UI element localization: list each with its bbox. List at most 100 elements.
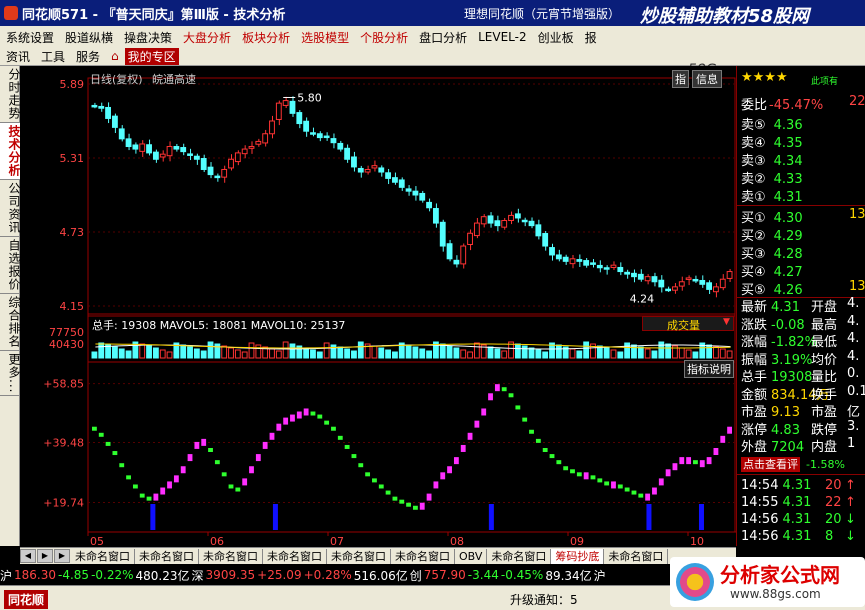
menu2-item-1[interactable]: 工具 — [41, 48, 65, 65]
sell-level-row[interactable]: 卖② 4.33 — [741, 168, 865, 187]
menu2-item-0[interactable]: 资讯 — [6, 48, 30, 65]
window-tab[interactable]: OBV — [455, 548, 488, 564]
volume-bar — [521, 345, 528, 359]
buy-level-row[interactable]: 买③ 4.28 — [741, 243, 865, 262]
volume-bar — [392, 351, 398, 359]
candle-body — [269, 120, 275, 135]
candle-body — [275, 102, 282, 120]
info-button[interactable]: 信息 — [692, 70, 722, 88]
tick-price: 4.31 — [782, 512, 812, 527]
chevron-down-icon[interactable]: ▼ — [723, 317, 730, 327]
candle-body — [590, 262, 596, 265]
sell-level-row[interactable]: 卖⑤ 4.36 — [741, 114, 865, 133]
window-tab[interactable]: 未命名窗口 — [135, 548, 199, 564]
indicator-point — [160, 487, 166, 495]
candle-body — [282, 100, 289, 106]
chart-svg[interactable]: 5.895.314.734.155.804.247775040430+58.85… — [20, 66, 736, 546]
candle-body — [706, 282, 713, 290]
tab-scroll-left-icon[interactable]: ◀ — [20, 549, 36, 563]
brand-name: 分析家公式网 — [720, 563, 840, 587]
menu-item-7[interactable]: 盘口分析 — [419, 29, 467, 46]
candle-body — [487, 215, 494, 224]
sell-level-row[interactable]: 卖① 4.31 — [741, 186, 865, 205]
candle-body — [200, 158, 207, 170]
home-icon: ⌂ — [111, 49, 119, 63]
sell-level-row[interactable]: 卖③ 4.34 — [741, 150, 865, 169]
menu-item-0[interactable]: 系统设置 — [6, 29, 54, 46]
volume-bar — [446, 345, 453, 359]
window-tab[interactable]: 未命名窗口 — [604, 548, 669, 564]
menu2-item-2[interactable]: 服务 — [76, 48, 100, 65]
window-tab[interactable]: 未命名窗口 — [327, 548, 391, 564]
window-tab[interactable]: 筹码抄底 — [551, 548, 605, 564]
indicator-icon[interactable]: 指 — [672, 70, 689, 88]
candle-body — [330, 138, 337, 144]
candle-body — [692, 278, 699, 282]
volume-bar — [610, 349, 617, 359]
menu-item-3[interactable]: 大盘分析 — [183, 29, 231, 46]
volume-bar — [221, 345, 228, 359]
volume-bar — [269, 348, 275, 359]
menu-item-10[interactable]: 报 — [585, 29, 597, 46]
indicator-point — [167, 481, 172, 489]
buy-level-row[interactable]: 买④ 4.27 — [741, 261, 865, 280]
left-tab-4[interactable]: 综合排名 — [0, 294, 21, 351]
tick-row: 14:54 4.31 20 ↑ — [741, 478, 865, 495]
candle-body — [501, 220, 508, 228]
app-home-button[interactable]: 同花顺 — [4, 590, 49, 609]
window-tab[interactable]: 未命名窗口 — [391, 548, 455, 564]
candle-body — [617, 266, 624, 273]
buy-level-row[interactable]: 买⑤ 4.26 13 — [741, 279, 865, 298]
menu-item-2[interactable]: 操盘决策 — [124, 29, 172, 46]
left-tab-0[interactable]: 分时走势 — [0, 66, 21, 123]
sell-level-label: 卖① — [741, 190, 766, 205]
candle-body — [672, 286, 678, 291]
menu-item-6[interactable]: 个股分析 — [360, 29, 408, 46]
left-tab-3[interactable]: 自选报价 — [0, 237, 21, 294]
indicator-point — [208, 448, 213, 452]
left-tab-1[interactable]: 技术分析 — [0, 123, 21, 180]
upgrade-notice[interactable]: 升级通知：5 — [510, 591, 578, 608]
candle-body — [514, 213, 521, 219]
menu2-item-3[interactable]: 我的专区 — [124, 47, 179, 65]
candle-body — [473, 222, 480, 237]
tab-scroll-right-icon[interactable]: ▶ — [37, 549, 53, 563]
indicator-point — [563, 466, 569, 471]
menu-item-5[interactable]: 选股模型 — [301, 29, 349, 46]
sell-level-row[interactable]: 卖④ 4.35 — [741, 132, 865, 151]
indicator-point — [720, 435, 726, 443]
window-tab[interactable]: 未命名窗口 — [71, 548, 135, 564]
candle-body — [255, 140, 262, 145]
buy-level-row[interactable]: 买② 4.29 — [741, 225, 865, 244]
indicator-help-button[interactable]: 指标说明 — [684, 360, 734, 378]
window-tab-bar: ◀ ▶ ▶ 未命名窗口 未命名窗口 未命名窗口 未命名窗口 未命名窗口 未命名窗口 OBV 未命名窗… — [20, 547, 736, 564]
volume-dropdown[interactable]: 成交量 — [642, 316, 734, 332]
sell-level-price: 4.33 — [773, 172, 803, 187]
candle-body — [405, 188, 412, 192]
left-tab-2[interactable]: 公司资讯 — [0, 180, 21, 237]
indicator-point — [351, 454, 357, 459]
volume-bar — [603, 347, 610, 359]
eval-row: 点击查看评 -1.58% — [741, 456, 865, 473]
candle-body — [371, 165, 378, 169]
window-tab[interactable]: 未命名窗口 — [263, 548, 327, 564]
menu-item-9[interactable]: 创业板 — [538, 29, 574, 46]
rating-note: 此项有 — [811, 77, 839, 87]
tab-scroll-right-icon[interactable]: ▶ — [54, 549, 70, 563]
window-tab[interactable]: 未命名窗口 — [199, 548, 263, 564]
menu-item-4[interactable]: 板块分析 — [242, 29, 290, 46]
stock-chart[interactable]: 5.89 5.31 4.73 4.15 5.80 4.24 77750 40430 +58.85… — [20, 66, 736, 546]
left-tab-5[interactable]: 更多... — [0, 351, 21, 397]
stat-label-2: 最低 — [811, 335, 838, 350]
candle-body — [432, 208, 439, 224]
buy-level-row[interactable]: 买① 4.30 13 — [741, 207, 865, 226]
candle-body — [713, 286, 719, 293]
menu-item-8[interactable]: LEVEL-2 — [478, 30, 527, 44]
candle-body — [460, 245, 467, 265]
window-tab[interactable]: 未命名窗口 — [487, 548, 552, 564]
sell-level-label: 卖⑤ — [741, 118, 766, 133]
indicator-point — [583, 472, 589, 480]
stat-value-2: 亿 — [847, 405, 861, 420]
eval-button[interactable]: 点击查看评 — [741, 457, 800, 472]
menu-item-1[interactable]: 股道纵横 — [65, 29, 113, 46]
